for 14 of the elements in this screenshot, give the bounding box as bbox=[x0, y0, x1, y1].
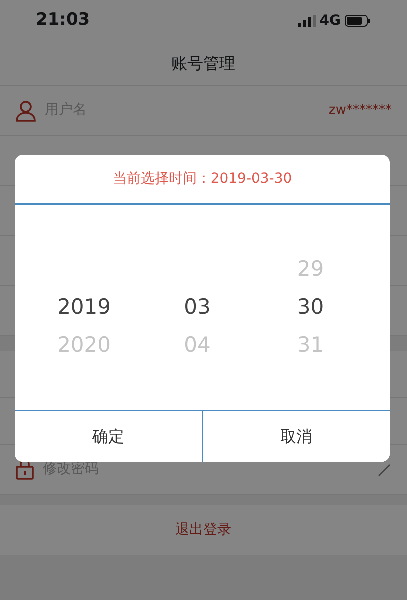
picker-title: 当前选择时间：2019-03-30 bbox=[112, 170, 292, 188]
user-icon bbox=[15, 100, 37, 122]
dialog-button[interactable]: 取消 bbox=[202, 411, 390, 462]
picker-option[interactable]: 30 bbox=[297, 292, 324, 324]
picker-option[interactable]: 03 bbox=[184, 292, 211, 324]
page-title: 账号管理 bbox=[172, 52, 236, 74]
signal-icon bbox=[298, 15, 316, 27]
edit-icon bbox=[378, 462, 392, 476]
network-type: 4G bbox=[320, 12, 341, 30]
lock-icon bbox=[15, 460, 35, 480]
row-value: zw******* bbox=[329, 102, 392, 120]
picker-option[interactable]: 2019 bbox=[58, 292, 112, 324]
status-time: 21:03 bbox=[36, 9, 90, 32]
battery-icon bbox=[345, 15, 371, 27]
